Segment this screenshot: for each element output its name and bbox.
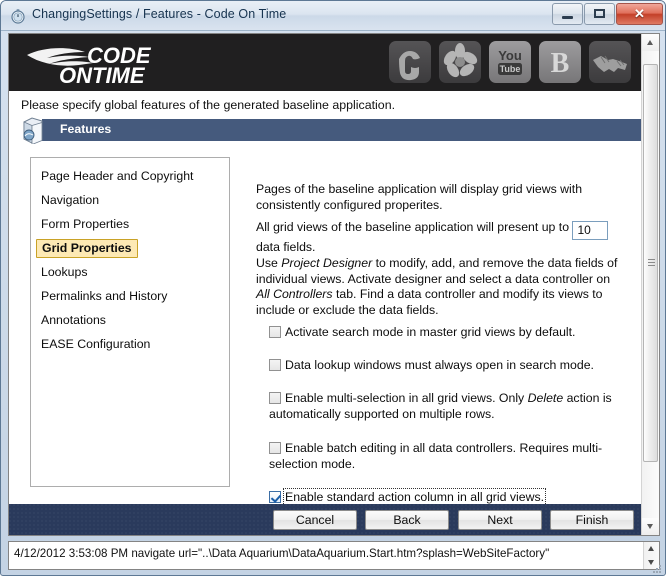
checkbox-label: Data lookup windows must always open in …: [285, 358, 594, 372]
scroll-down-arrow-icon[interactable]: [642, 518, 659, 535]
content-area: Page Header and Copyright Navigation For…: [9, 146, 641, 506]
nav-item-annotations[interactable]: Annotations: [41, 313, 106, 327]
data-fields-input[interactable]: [572, 221, 609, 240]
checkbox-box-icon[interactable]: [269, 326, 281, 338]
triangle-down-icon: [647, 524, 653, 529]
checkbox-multi-selection[interactable]: Enable multi-selection in all grid views…: [269, 390, 635, 422]
pd-emphasis-project-designer: Project Designer: [281, 256, 373, 270]
data-fields-sentence: All grid views of the baseline applicati…: [256, 220, 618, 256]
scrollbar-grip-icon: [648, 259, 655, 267]
cb3-emphasis-delete: Delete: [527, 391, 564, 405]
nav-item-permalinks-and-history[interactable]: Permalinks and History: [41, 289, 167, 303]
flickr-icon[interactable]: [439, 41, 481, 83]
intro-paragraph: Pages of the baseline application will d…: [256, 182, 583, 212]
nav-item-ease-configuration[interactable]: EASE Configuration: [41, 337, 150, 351]
data-fields-text-before: All grid views of the baseline applicati…: [256, 220, 570, 234]
close-icon: ✕: [634, 6, 645, 21]
window-resize-grip[interactable]: [651, 562, 663, 574]
checkbox-label: Enable batch editing in all data control…: [269, 441, 603, 471]
code-on-time-logo: CODE ONTIME: [23, 39, 263, 88]
triangle-up-icon: [647, 40, 653, 45]
wizard-footer: Cancel Back Next Finish: [9, 504, 641, 535]
youtube-icon[interactable]: You Tube: [489, 41, 531, 83]
package-icon: [20, 116, 46, 146]
svg-text:ONTIME: ONTIME: [59, 63, 146, 87]
maximize-icon: [594, 9, 605, 18]
svg-text:B: B: [551, 48, 570, 79]
next-button[interactable]: Next: [458, 510, 542, 530]
social-icon-bar: You Tube B: [389, 41, 631, 83]
project-designer-paragraph: Use Project Designer to modify, add, and…: [256, 256, 618, 318]
checkbox-box-icon[interactable]: [269, 359, 281, 371]
grid-properties-panel: Pages of the baseline application will d…: [256, 146, 635, 506]
maximize-button[interactable]: [584, 3, 615, 25]
triangle-up-icon: [648, 546, 654, 551]
nav-item-lookups[interactable]: Lookups: [41, 265, 88, 279]
application-window: ChangingSettings / Features - Code On Ti…: [0, 0, 666, 576]
window-controls: ✕: [552, 3, 663, 25]
svg-text:You: You: [498, 48, 522, 63]
brand-banner: CODE ONTIME You Tube B: [9, 34, 641, 91]
checkbox-label: Enable standard action column in all gri…: [282, 488, 547, 506]
status-bar: 4/12/2012 3:53:08 PM navigate url="..\Da…: [8, 541, 660, 570]
close-button[interactable]: ✕: [616, 3, 663, 25]
section-title: Features: [60, 122, 112, 136]
nav-item-grid-properties[interactable]: Grid Properties: [36, 239, 138, 258]
cb3-text-1: Enable multi-selection in all grid views…: [285, 391, 528, 405]
checkbox-lookup-search-mode[interactable]: Data lookup windows must always open in …: [269, 357, 639, 373]
title-bar: ChangingSettings / Features - Code On Ti…: [1, 1, 665, 31]
checkbox-standard-action-column[interactable]: Enable standard action column in all gri…: [269, 488, 639, 506]
minimize-icon: [562, 16, 573, 19]
stumbleupon-icon[interactable]: [389, 41, 431, 83]
cancel-button[interactable]: Cancel: [273, 510, 357, 530]
checkbox-batch-editing[interactable]: Enable batch editing in all data control…: [269, 440, 635, 472]
checkbox-box-icon[interactable]: [269, 442, 281, 454]
data-fields-text-after: data fields.: [256, 240, 316, 254]
status-scroll-up-icon[interactable]: [644, 542, 659, 555]
back-button[interactable]: Back: [365, 510, 449, 530]
scroll-up-arrow-icon[interactable]: [642, 34, 659, 51]
checkbox-label: Activate search mode in master grid view…: [285, 325, 576, 339]
checkbox-activate-search-mode[interactable]: Activate search mode in master grid view…: [269, 324, 639, 340]
settings-nav-list: Page Header and Copyright Navigation For…: [30, 157, 230, 487]
svg-text:Tube: Tube: [500, 64, 521, 74]
checkbox-box-icon[interactable]: [269, 491, 281, 503]
nav-item-form-properties[interactable]: Form Properties: [41, 217, 129, 231]
client-area: CODE ONTIME You Tube B Please specify gl…: [8, 33, 660, 536]
pd-text-1: Use: [256, 256, 282, 270]
instruction-text: Please specify global features of the ge…: [21, 98, 396, 112]
checkbox-box-icon[interactable]: [269, 392, 281, 404]
pd-emphasis-all-controllers: All Controllers: [256, 287, 333, 301]
status-message: 4/12/2012 3:53:08 PM navigate url="..\Da…: [14, 547, 550, 560]
window-title: ChangingSettings / Features - Code On Ti…: [32, 7, 287, 21]
scrollbar-thumb[interactable]: [643, 64, 658, 462]
blogger-icon[interactable]: B: [539, 41, 581, 83]
nav-item-navigation[interactable]: Navigation: [41, 193, 99, 207]
stopwatch-icon: [10, 8, 26, 24]
nav-item-page-header-and-copyright[interactable]: Page Header and Copyright: [41, 169, 193, 183]
finish-button[interactable]: Finish: [550, 510, 634, 530]
minimize-button[interactable]: [552, 3, 583, 25]
handshake-icon[interactable]: [589, 41, 631, 83]
checkbox-label: Enable multi-selection in all grid views…: [269, 391, 612, 421]
section-header-bar: Features: [42, 119, 641, 141]
content-vertical-scrollbar[interactable]: [641, 34, 659, 535]
